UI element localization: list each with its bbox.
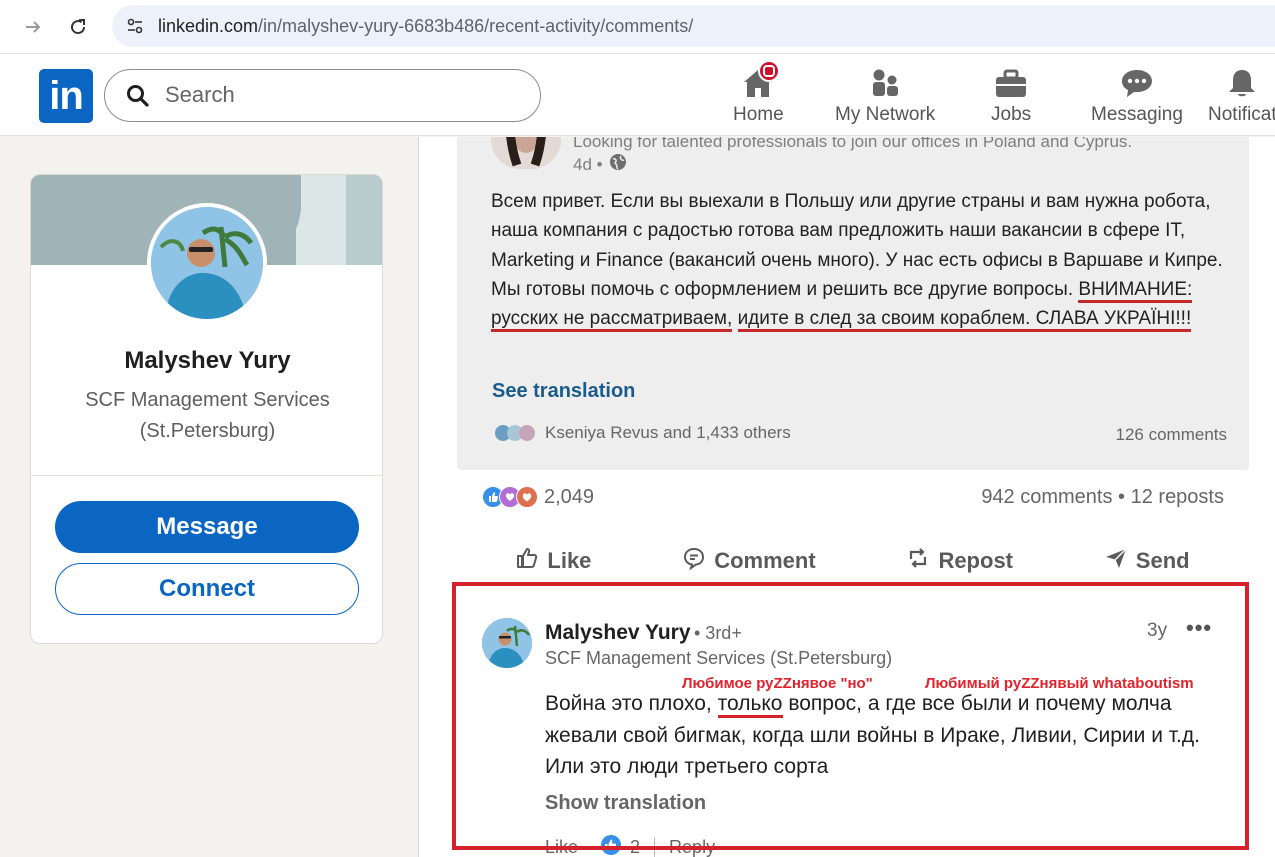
embedded-headline: Looking for talented professionals to jo… [573,137,1133,151]
reload-icon[interactable] [63,12,93,42]
post-action-bar: Like Comment Repost Send [470,540,1235,582]
embedded-time: 4d • [573,153,627,176]
nav-label: My Network [835,104,936,125]
nav-my-network[interactable]: My Network [835,64,935,126]
reactions-summary[interactable]: 2,049 [482,486,594,509]
search-icon [125,83,151,114]
url-host: linkedin.com [158,16,259,36]
thumbs-up-icon [515,546,539,576]
nav-label: Jobs [991,104,1032,125]
briefcase-icon [991,64,1031,102]
site-info-icon[interactable] [120,11,150,41]
search-box[interactable] [104,69,541,122]
like-label: Like [547,548,592,573]
send-icon [1104,546,1128,576]
nav-messaging[interactable]: Messaging [1091,64,1183,126]
banner-band [296,175,346,265]
linkedin-header: in Home My Network Jobs Messaging [0,54,1275,136]
embedded-underlined-2: идите в след за своим кораблем. СЛАВА УК… [737,308,1192,333]
post-stats: 2,049 942 comments • 12 reposts [482,480,1224,514]
forward-arrow-icon[interactable] [18,12,48,42]
linkedin-logo[interactable]: in [39,69,93,123]
url-text: linkedin.com/in/malyshev-yury-6683b486/r… [158,16,693,37]
nav-home[interactable]: Home [733,60,784,126]
embedded-reaction-icons [493,423,537,443]
reactions-count[interactable]: 2,049 [544,486,594,509]
search-input[interactable] [165,80,525,110]
comment-button[interactable]: Comment [682,546,816,576]
highlight-box [452,582,1249,850]
network-icon [865,64,905,102]
nav-jobs[interactable]: Jobs [991,64,1031,126]
repost-button[interactable]: Repost [906,546,1013,576]
divider [31,475,382,476]
nav-label: Notificat [1208,104,1275,125]
send-label: Send [1135,548,1190,573]
comment-icon [682,546,706,576]
nav-label: Messaging [1091,104,1183,125]
embedded-see-translation: See translation [492,380,636,402]
notification-badge [758,60,781,82]
repost-icon [906,546,930,576]
message-button[interactable]: Message [55,501,359,553]
embedded-author-avatar [491,137,561,169]
nav-label: Home [733,104,784,125]
nav-notifications[interactable]: Notificat [1208,64,1275,126]
love-reaction-icon [516,486,538,508]
profile-card: Malyshev Yury SCF Management Services (S… [30,174,383,644]
browser-toolbar: linkedin.com/in/malyshev-yury-6683b486/r… [0,0,1275,54]
embedded-body: Всем привет. Если вы выехали в Польшу ил… [491,187,1231,333]
profile-name[interactable]: Malyshev Yury [31,347,382,375]
embedded-reactions: Kseniya Revus and 1,433 others [493,423,791,443]
profile-avatar[interactable] [147,203,267,323]
bell-icon [1222,64,1262,102]
repost-label: Repost [938,548,1013,573]
connect-button[interactable]: Connect [55,563,359,615]
embedded-time-text: 4d • [573,154,603,174]
embedded-reactions-text: Kseniya Revus and 1,433 others [545,423,791,442]
comment-label: Comment [714,548,816,573]
send-button[interactable]: Send [1104,546,1190,576]
address-bar[interactable]: linkedin.com/in/malyshev-yury-6683b486/r… [112,5,1275,47]
profile-org: SCF Management Services (St.Petersburg) [85,389,330,442]
comments-reposts-count[interactable]: 942 comments • 12 reposts [981,486,1224,509]
url-path: /in/malyshev-yury-6683b486/recent-activi… [258,16,694,36]
home-icon [738,60,781,102]
globe-icon [609,153,627,176]
messaging-icon [1117,64,1157,102]
banner-band [346,175,382,265]
like-button[interactable]: Like [515,546,591,576]
embedded-post-image[interactable]: Looking for talented professionals to jo… [457,137,1249,470]
embedded-comments-count: 126 comments [1115,425,1228,444]
